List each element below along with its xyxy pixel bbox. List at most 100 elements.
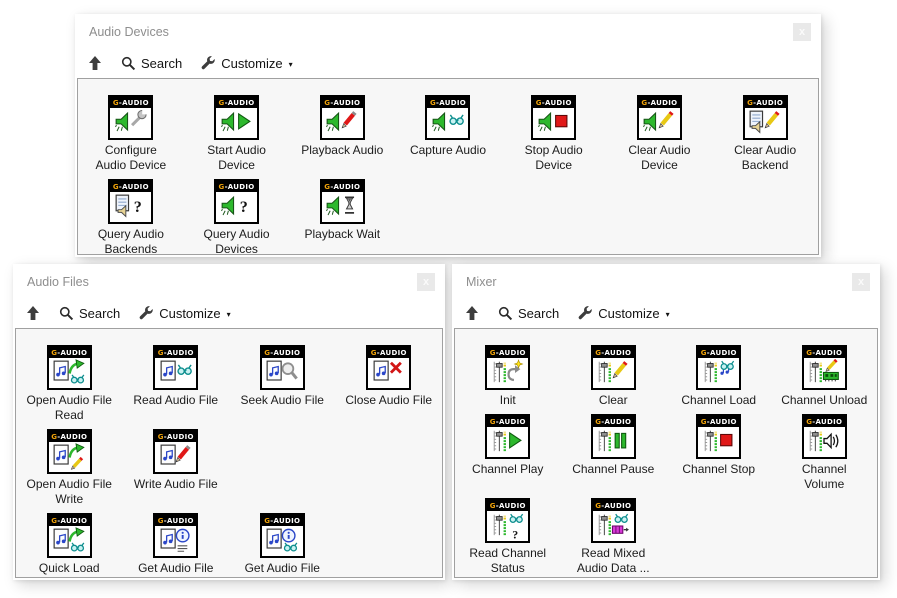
g-audio-banner: G-AUDIO	[533, 97, 574, 108]
palette-item-write-audio-file[interactable]: G-AUDIOWrite Audio File	[123, 429, 230, 507]
palette-item-get-audio-file-info[interactable]: G-AUDIOGet Audio File Info	[123, 513, 230, 578]
close-button[interactable]: x	[417, 273, 435, 291]
customize-label: Customize	[598, 306, 659, 321]
up-arrow-icon	[465, 306, 479, 321]
customize-button[interactable]: Customize ▾	[578, 306, 669, 321]
g-audio-banner: G-AUDIO	[639, 97, 680, 108]
palette-item-label: Channel Unload	[781, 393, 867, 408]
palette-row: G-AUDIOChannel PlayG-AUDIOChannel PauseG…	[455, 414, 877, 492]
customize-button[interactable]: Customize ▾	[139, 306, 230, 321]
palette-item-clear[interactable]: G-AUDIOClear	[561, 345, 667, 408]
search-button[interactable]: Search	[121, 56, 182, 71]
palette-item-label: Clear	[599, 393, 628, 408]
palette-item-label: Read Channel Status	[469, 546, 546, 576]
customize-label: Customize	[221, 56, 282, 71]
speaker-green-icon	[533, 108, 574, 138]
mixer-sliders-icon: ?	[487, 511, 528, 541]
audio-document-icon	[262, 358, 303, 388]
search-icon	[121, 56, 136, 71]
vi-icon: G-AUDIO	[47, 513, 92, 558]
palette-item-playback-wait[interactable]: G-AUDIOPlayback Wait	[289, 179, 395, 255]
speaker-green-icon	[427, 108, 468, 138]
search-button[interactable]: Search	[59, 306, 120, 321]
palette-item-init[interactable]: G-AUDIOInit	[455, 345, 561, 408]
g-audio-banner: G-AUDIO	[110, 181, 151, 192]
palette-item-read-audio-file[interactable]: G-AUDIORead Audio File	[123, 345, 230, 423]
palette-item-stop-audio-device[interactable]: G-AUDIOStop Audio Device	[501, 95, 607, 173]
search-icon	[59, 306, 74, 321]
vi-icon: G-AUDIO	[153, 429, 198, 474]
vi-icon: G-AUDIO	[366, 345, 411, 390]
palette-item-clear-audio-device[interactable]: G-AUDIOClear Audio Device	[607, 95, 713, 173]
audio-document-icon	[155, 358, 196, 388]
toolbar: Search Customize ▾	[13, 299, 445, 328]
chevron-down-icon: ▾	[666, 310, 670, 319]
palette-item-quick-load-audio-file[interactable]: G-AUDIOQuick Load Audio File	[16, 513, 123, 578]
g-audio-banner: G-AUDIO	[49, 515, 90, 526]
up-arrow-icon	[26, 306, 40, 321]
palette-item-configure-audio-device[interactable]: G-AUDIOConfigure Audio Device	[78, 95, 184, 173]
palette-item-query-audio-backends[interactable]: G-AUDIO?Query Audio Backends	[78, 179, 184, 255]
up-button[interactable]	[88, 56, 102, 71]
chevron-down-icon: ▾	[289, 60, 293, 69]
palette-item-capture-audio[interactable]: G-AUDIOCapture Audio	[395, 95, 501, 173]
vi-icon: G-AUDIO	[485, 414, 530, 459]
vi-icon: G-AUDIO?	[485, 498, 530, 543]
g-audio-banner: G-AUDIO	[427, 97, 468, 108]
svg-text:?: ?	[512, 527, 518, 540]
g-audio-banner: G-AUDIO	[155, 515, 196, 526]
customize-button[interactable]: Customize ▾	[201, 56, 292, 71]
g-audio-banner: G-AUDIO	[804, 416, 845, 427]
speaker-green-icon	[110, 108, 151, 138]
up-button[interactable]	[26, 306, 40, 321]
g-audio-banner: G-AUDIO	[487, 416, 528, 427]
g-audio-banner: G-AUDIO	[322, 97, 363, 108]
audio-document-icon	[49, 526, 90, 556]
search-label: Search	[141, 56, 182, 71]
vi-icon: G-AUDIO	[260, 345, 305, 390]
search-button[interactable]: Search	[498, 306, 559, 321]
palette-item-close-audio-file[interactable]: G-AUDIO Close Audio File	[336, 345, 443, 423]
palette-item-channel-stop[interactable]: G-AUDIOChannel Stop	[666, 414, 772, 492]
vi-icon: G-AUDIO	[802, 414, 847, 459]
palette-item-channel-play[interactable]: G-AUDIOChannel Play	[455, 414, 561, 492]
speaker-green-icon	[639, 108, 680, 138]
palette-row: G-AUDIOConfigure Audio DeviceG-AUDIOStar…	[78, 95, 818, 173]
palette-item-label: Channel Load	[681, 393, 756, 408]
mixer-sliders-icon	[698, 427, 739, 457]
palette-item-query-audio-devices[interactable]: G-AUDIO?Query Audio Devices	[184, 179, 290, 255]
audio-document-icon	[49, 358, 90, 388]
mixer-sliders-icon	[698, 358, 739, 388]
close-button[interactable]: x	[793, 23, 811, 41]
speaker-green-icon	[322, 108, 363, 138]
palette-item-label: Close Audio File	[345, 393, 432, 408]
palette-item-read-mixed-audio-data[interactable]: G-AUDIORead Mixed Audio Data ...	[561, 498, 667, 576]
up-arrow-icon	[88, 56, 102, 71]
g-audio-banner: G-AUDIO	[698, 416, 739, 427]
palette-item-playback-audio[interactable]: G-AUDIOPlayback Audio	[289, 95, 395, 173]
vi-icon: G-AUDIO	[531, 95, 576, 140]
palette-item-label: Init	[500, 393, 516, 408]
palette-item-start-audio-device[interactable]: G-AUDIOStart Audio Device	[184, 95, 290, 173]
palette-item-read-channel-status[interactable]: G-AUDIO?Read Channel Status	[455, 498, 561, 576]
toolbar: Search Customize ▾	[452, 299, 880, 328]
mixer-sliders-icon	[804, 358, 845, 388]
palette-item-channel-volume[interactable]: G-AUDIOChannel Volume	[772, 414, 878, 492]
chevron-down-icon: ▾	[227, 310, 231, 319]
palette-item-open-audio-file-write[interactable]: G-AUDIOOpen Audio File Write	[16, 429, 123, 507]
up-button[interactable]	[465, 306, 479, 321]
svg-text:?: ?	[134, 199, 142, 216]
audio-document-icon	[155, 442, 196, 472]
palette-item-channel-load[interactable]: G-AUDIOChannel Load	[666, 345, 772, 408]
palette-item-get-audio-file-position[interactable]: G-AUDIOGet Audio File Position	[229, 513, 336, 578]
g-audio-banner: G-AUDIO	[804, 347, 845, 358]
close-button[interactable]: x	[852, 273, 870, 291]
palette-item-clear-audio-backend[interactable]: G-AUDIOClear Audio Backend	[712, 95, 818, 173]
palette-item-channel-unload[interactable]: G-AUDIO Channel Unload	[772, 345, 878, 408]
palette-item-open-audio-file-read[interactable]: G-AUDIOOpen Audio File Read	[16, 345, 123, 423]
g-audio-banner: G-AUDIO	[216, 97, 257, 108]
palette-window-audio-devices: Audio Devices x Search Customize ▾ G-AUD…	[75, 14, 821, 257]
titlebar: Audio Devices x	[75, 14, 821, 49]
palette-item-seek-audio-file[interactable]: G-AUDIOSeek Audio File	[229, 345, 336, 423]
palette-item-channel-pause[interactable]: G-AUDIOChannel Pause	[561, 414, 667, 492]
